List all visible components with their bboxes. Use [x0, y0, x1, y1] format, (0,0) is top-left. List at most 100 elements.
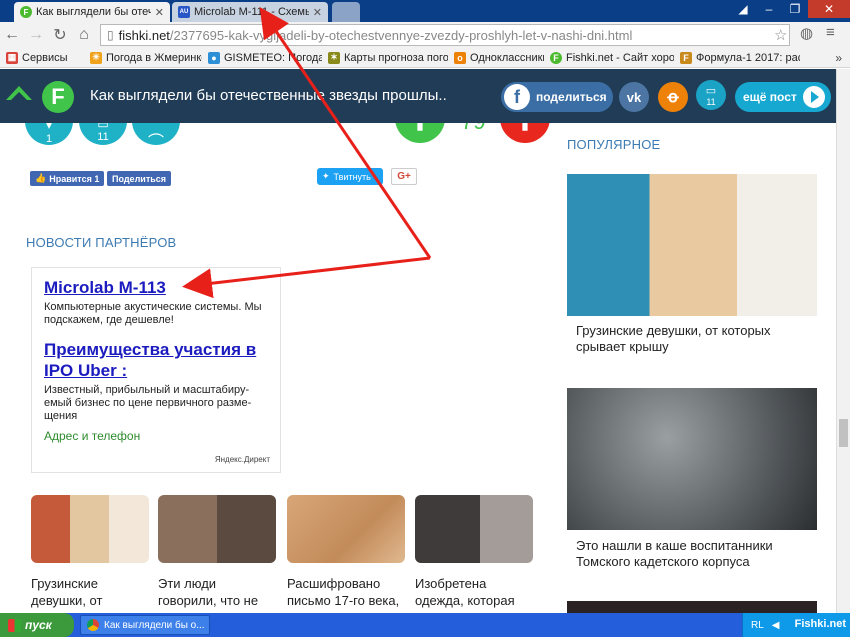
popular-caption-2[interactable]: Это нашли в каше воспитанники Томского к…	[576, 538, 826, 570]
partners-section-title: НОВОСТИ ПАРТНЁРОВ	[26, 235, 177, 250]
related-caption-2[interactable]: Эти люди говорили, что не	[158, 575, 278, 609]
downvote-button[interactable]: ▮	[500, 123, 550, 143]
tab-fishki[interactable]: F Как выглядели бы отечест ✕	[14, 2, 170, 22]
thumbs-down-icon: ▮	[521, 123, 529, 132]
ad-title-uber[interactable]: Преимущества участия в IPO Uber :	[44, 339, 268, 381]
tab-label: Microlab M-111 - Схемы и Se	[194, 6, 309, 18]
windows-taskbar: пуск Как выглядели бы о... RL ◀ Fishki.n…	[0, 613, 850, 637]
weather-icon: ☀	[90, 51, 102, 64]
new-tab-button[interactable]	[332, 2, 360, 22]
comment-icon: ▭	[97, 123, 109, 131]
ad-source-label: Яндекс.Директ	[214, 455, 270, 464]
address-bar[interactable]: ▯ fishki.net/2377695-kak-vygljadeli-by-o…	[100, 24, 790, 46]
related-thumb-1[interactable]	[31, 495, 149, 563]
related-thumb-4[interactable]	[415, 495, 533, 563]
browser-toolbar: ← → ↻ ⌂ ▯ fishki.net/2377695-kak-vygljad…	[0, 22, 850, 48]
sad-reaction-button[interactable]: ︵	[132, 123, 180, 145]
twitter-icon: ✦	[322, 171, 330, 181]
start-label: пуск	[25, 618, 52, 632]
start-button[interactable]: пуск	[0, 613, 74, 637]
comment-icon: ▭	[705, 84, 717, 97]
home-icon[interactable]: ⌂	[72, 23, 96, 47]
bookmark-label: Одноклассники	[470, 51, 544, 64]
popular-image-1[interactable]	[567, 174, 817, 316]
popular-caption-1[interactable]: Грузинские девушки, от которых срывает к…	[576, 323, 806, 355]
fishki-favicon-icon: F	[20, 6, 32, 18]
bookmark-f1[interactable]: F Формула-1 2017: расп	[680, 51, 800, 64]
window-close-icon[interactable]: ✕	[808, 0, 850, 18]
upvote-button[interactable]: ▮	[395, 123, 445, 143]
tab-microlab[interactable]: AU Microlab M-111 - Схемы и Se ✕	[172, 2, 328, 22]
close-icon[interactable]: ✕	[313, 6, 322, 19]
bookmark-maps[interactable]: ✶ Карты прогноза погоди	[328, 51, 448, 64]
ok-icon: о	[454, 51, 466, 64]
gplus-button[interactable]: G+	[391, 168, 417, 185]
language-indicator[interactable]: RL	[751, 620, 764, 631]
fishki-icon: F	[550, 51, 562, 64]
related-thumb-3[interactable]	[287, 495, 405, 563]
bookmark-label: Сервисы	[22, 51, 68, 64]
tweet-button[interactable]: ✦ Твитнуть	[317, 168, 383, 185]
gismeteo-icon: ●	[208, 51, 220, 64]
bookmark-star-icon[interactable]: ☆	[774, 26, 787, 44]
system-tray: RL ◀ Fishki.net	[742, 613, 850, 637]
minimize-icon[interactable]: –	[756, 0, 782, 18]
scrollbar-thumb[interactable]	[839, 419, 848, 447]
fb-share-label: Поделиться	[112, 173, 167, 184]
popular-image-3[interactable]	[567, 601, 817, 613]
comments-action-button[interactable]: ▭ 11	[79, 123, 127, 145]
bookmarks-overflow-icon[interactable]: »	[835, 51, 842, 65]
bookmark-ok[interactable]: о Одноклассники	[454, 51, 544, 64]
more-posts-button[interactable]: ещё пост	[735, 82, 831, 112]
forward-icon[interactable]: →	[24, 23, 48, 47]
reload-icon[interactable]: ↻	[48, 23, 72, 47]
scroll-up-inner	[11, 92, 27, 100]
popular-image-2[interactable]	[567, 388, 817, 530]
facebook-like-button[interactable]: 👍 Нравится 1	[30, 171, 105, 186]
site-logo[interactable]: F	[42, 81, 74, 113]
bookmark-services[interactable]: ▦ Сервисы	[6, 51, 84, 64]
more-posts-label: ещё пост	[743, 90, 797, 104]
ad-address-link[interactable]: Адрес и телефон	[44, 429, 140, 443]
menu-icon[interactable]: ≡	[826, 24, 835, 41]
close-icon[interactable]: ✕	[155, 6, 164, 19]
ad-title-microlab[interactable]: Microlab M-113	[44, 278, 268, 298]
header-article-title: Как выглядели бы отечественные звезды пр…	[90, 87, 447, 104]
bookmark-fishki[interactable]: F Fishki.net - Сайт хорош	[550, 51, 674, 64]
f1-icon: F	[680, 51, 692, 64]
tweet-label: Твитнуть	[333, 171, 371, 182]
bookmark-action-button[interactable]: ▾ 1	[25, 123, 73, 145]
extension-globe-icon[interactable]: ◍	[800, 24, 813, 42]
bookmark-label: Fishki.net - Сайт хорош	[566, 51, 674, 64]
share-label: поделиться	[536, 90, 607, 104]
volume-icon[interactable]: ◀	[772, 620, 780, 631]
taskbar-chrome-item[interactable]: Как выглядели бы о...	[80, 615, 210, 635]
windows-flag-icon	[8, 618, 21, 632]
back-icon[interactable]: ←	[0, 23, 24, 47]
related-caption-3[interactable]: Расшифровано письмо 17-го века,	[287, 575, 407, 609]
page-icon: ▯	[107, 28, 114, 42]
related-caption-1[interactable]: Грузинские девушки, от	[31, 575, 151, 609]
task-label: Как выглядели бы о...	[104, 619, 205, 631]
header-comments-button[interactable]: ▭ 11	[696, 80, 726, 110]
ad-text: Известный, прибыльный и масштабиру-емый …	[44, 384, 252, 422]
chrome-icon	[87, 619, 99, 631]
related-caption-4[interactable]: Изобретена одежда, которая	[415, 575, 535, 609]
bookmark-weather[interactable]: ☀ Погода в Жмеринке, п	[90, 51, 202, 64]
bookmark-gismeteo[interactable]: ● GISMETEO: Погода в Ж	[208, 51, 322, 64]
page-scrollbar[interactable]	[836, 69, 850, 613]
maximize-icon[interactable]: ❐	[782, 0, 808, 18]
bookmark-label: Карты прогноза погоди	[344, 51, 448, 64]
site-header: F Как выглядели бы отечественные звезды …	[0, 69, 836, 123]
audio-favicon-icon: AU	[178, 6, 190, 18]
facebook-share-small-button[interactable]: Поделиться	[107, 171, 172, 186]
ok-share-button[interactable]: ꝋ	[658, 82, 688, 112]
user-icon[interactable]: ◢	[730, 0, 756, 18]
vk-share-button[interactable]: vk	[619, 82, 649, 112]
facebook-share-button[interactable]: f поделиться	[501, 82, 613, 112]
ad-text: Компьютерные акустические системы. Мы по…	[44, 301, 262, 326]
map-icon: ✶	[328, 51, 340, 64]
arrow-right-icon	[803, 86, 825, 108]
popular-section-title: ПОПУЛЯРНОЕ	[567, 137, 661, 152]
related-thumb-2[interactable]	[158, 495, 276, 563]
